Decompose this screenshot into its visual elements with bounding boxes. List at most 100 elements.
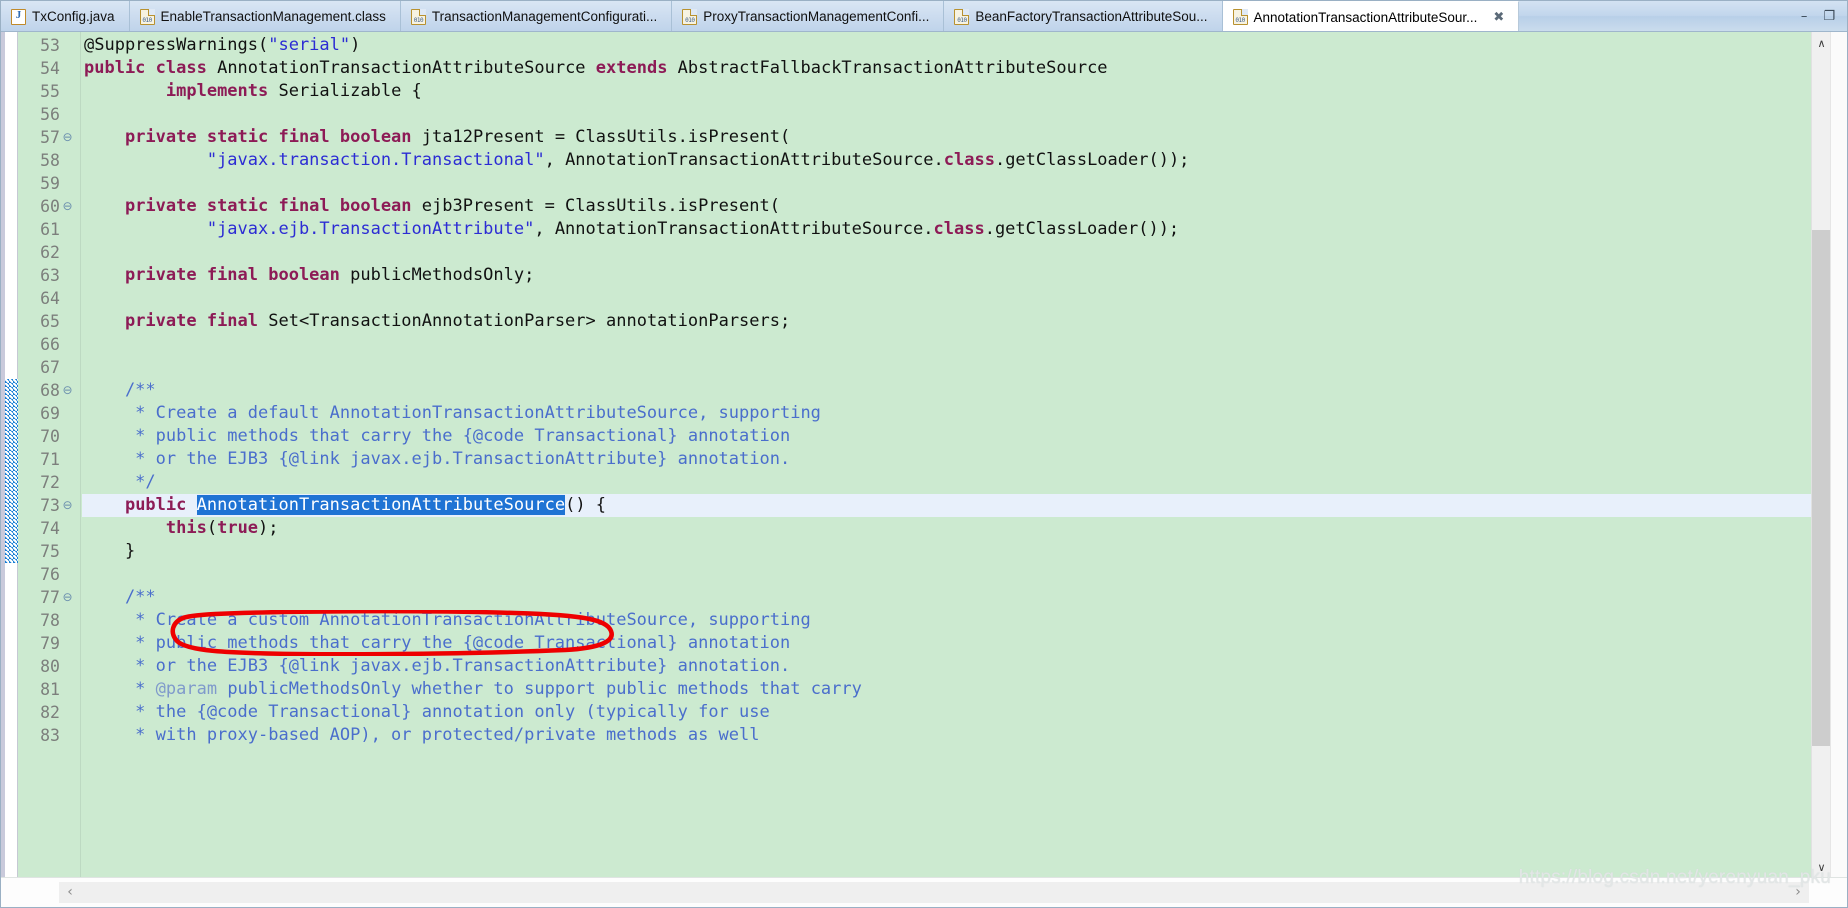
close-icon[interactable]: ✖ (1493, 11, 1504, 24)
code-line[interactable]: this(true); (82, 517, 1811, 540)
code-line[interactable]: /** (82, 379, 1811, 402)
editor-tab-label: EnableTransactionManagement.class (160, 9, 386, 24)
editor-tab-label: TransactionManagementConfigurati... (431, 9, 658, 24)
editor-tab-2[interactable]: TransactionManagementConfigurati... (400, 1, 673, 31)
code-line[interactable]: private static final boolean ejb3Present… (82, 195, 1811, 218)
line-number: 77 (40, 588, 60, 607)
code-token: class (933, 219, 985, 239)
editor-tab-0[interactable]: TxConfig.java (1, 1, 130, 31)
code-token: "serial" (268, 35, 351, 55)
code-line-current[interactable]: public AnnotationTransactionAttributeSou… (82, 494, 1811, 517)
java-file-icon (11, 8, 26, 25)
code-token: AnnotationTransactionAttributeSource (217, 58, 596, 78)
fold-toggle-icon[interactable]: ⊖ (62, 494, 73, 517)
code-line[interactable]: implements Serializable { (82, 80, 1811, 103)
code-token: .getClassLoader()); (984, 219, 1180, 239)
code-line[interactable]: * @param publicMethodsOnly whether to su… (82, 678, 1811, 701)
line-number: 75 (40, 542, 60, 561)
code-line[interactable] (82, 103, 1811, 126)
code-token: "javax.ejb.TransactionAttribute" (206, 219, 535, 239)
code-line[interactable] (82, 356, 1811, 379)
code-line[interactable] (82, 563, 1811, 586)
code-line[interactable]: public class AnnotationTransactionAttrib… (82, 57, 1811, 80)
code-line[interactable]: * the {@code Transactional} annotation o… (82, 701, 1811, 724)
scroll-up-icon[interactable]: ∧ (1812, 35, 1831, 52)
code-line[interactable]: * Create a default AnnotationTransaction… (82, 402, 1811, 425)
code-line[interactable]: * public methods that carry the {@code T… (82, 632, 1811, 655)
code-line[interactable] (82, 333, 1811, 356)
minimize-icon[interactable]: – (1801, 10, 1808, 23)
line-number: 71 (40, 450, 60, 469)
code-line[interactable]: * or the EJB3 {@link javax.ejb.Transacti… (82, 448, 1811, 471)
code-token: () { (565, 495, 607, 515)
code-line[interactable]: * with proxy-based AOP), or protected/pr… (82, 724, 1811, 747)
code-line[interactable] (82, 287, 1811, 310)
line-number: 53 (40, 36, 60, 55)
editor-tab-bar: TxConfig.java EnableTransactionManagemen… (1, 1, 1847, 32)
line-number: 79 (40, 634, 60, 653)
code-line[interactable]: "javax.ejb.TransactionAttribute", Annota… (82, 218, 1811, 241)
editor-tab-label: AnnotationTransactionAttributeSour... (1253, 9, 1478, 25)
editor-tab-4[interactable]: BeanFactoryTransactionAttributeSou... (944, 1, 1223, 31)
fold-toggle-icon[interactable]: ⊖ (62, 126, 73, 149)
class-file-icon (954, 8, 970, 25)
code-line[interactable]: * Create a custom AnnotationTransactionA… (82, 609, 1811, 632)
code-token: AbstractFallbackTransactionAttributeSour… (677, 58, 1108, 78)
code-canvas[interactable]: @SuppressWarnings("serial") public class … (82, 32, 1811, 879)
line-number: 65 (40, 312, 60, 331)
code-token: private final (124, 311, 269, 331)
code-token: publicMethodsOnly; (350, 265, 535, 285)
code-line[interactable]: private final Set<TransactionAnnotationP… (82, 310, 1811, 333)
code-token: "javax.transaction.Transactional" (206, 150, 545, 170)
code-line[interactable]: * public methods that carry the {@code T… (82, 425, 1811, 448)
code-line[interactable]: private static final boolean jta12Presen… (82, 126, 1811, 149)
editor-tab-5-active[interactable]: AnnotationTransactionAttributeSour... ✖ (1222, 1, 1520, 31)
code-token: implements (165, 81, 279, 101)
line-number: 76 (40, 565, 60, 584)
code-editor[interactable]: 53 54 55 56 57 ⊖ 58 59 60 ⊖ 61 62 63 64 65 66 67 68 ⊖ 69 70 7… (1, 32, 1847, 879)
code-token: * public methods that carry the {@code T… (84, 426, 791, 446)
code-token: Serializable { (278, 81, 422, 101)
class-file-icon (1232, 9, 1248, 25)
code-token: jta12Present = ClassUtils.isPresent( (421, 127, 791, 147)
class-file-icon (682, 8, 698, 25)
code-token: ); (258, 518, 279, 538)
fold-toggle-icon[interactable]: ⊖ (62, 379, 73, 402)
code-token: /** (84, 587, 156, 607)
line-number: 63 (40, 266, 60, 285)
line-number: 55 (40, 82, 60, 101)
line-number: 54 (40, 59, 60, 78)
code-line[interactable]: "javax.transaction.Transactional", Annot… (82, 149, 1811, 172)
code-line[interactable]: /** (82, 586, 1811, 609)
code-line[interactable] (82, 172, 1811, 195)
code-token: this (165, 518, 207, 538)
overview-ruler[interactable] (1830, 32, 1847, 879)
class-file-icon (139, 8, 155, 25)
code-line[interactable]: */ (82, 471, 1811, 494)
editor-tab-label: TxConfig.java (32, 9, 115, 24)
code-line[interactable]: * or the EJB3 {@link javax.ejb.Transacti… (82, 655, 1811, 678)
line-number: 70 (40, 427, 60, 446)
code-token: * (84, 679, 156, 699)
vertical-scrollbar[interactable]: ∧ ∨ (1811, 32, 1831, 879)
restore-icon[interactable]: ❐ (1823, 10, 1835, 23)
editor-tab-1[interactable]: EnableTransactionManagement.class (129, 1, 401, 31)
code-token: } (84, 541, 136, 561)
change-bar-marker (5, 379, 18, 563)
code-line[interactable]: @SuppressWarnings("serial") (82, 34, 1811, 57)
vertical-scrollbar-thumb[interactable] (1812, 229, 1831, 746)
code-line[interactable]: } (82, 540, 1811, 563)
scroll-left-icon[interactable]: ‹ (59, 882, 81, 903)
code-token: * Create a default AnnotationTransaction… (84, 403, 821, 423)
code-token: extends (595, 58, 678, 78)
fold-toggle-icon[interactable]: ⊖ (62, 195, 73, 218)
code-line[interactable]: private final boolean publicMethodsOnly; (82, 264, 1811, 287)
class-file-icon (410, 8, 426, 25)
code-token: * public methods that carry the {@code T… (84, 633, 791, 653)
code-line[interactable] (82, 241, 1811, 264)
editor-tab-3[interactable]: ProxyTransactionManagementConfi... (672, 1, 945, 31)
fold-toggle-icon[interactable]: ⊖ (62, 586, 73, 609)
